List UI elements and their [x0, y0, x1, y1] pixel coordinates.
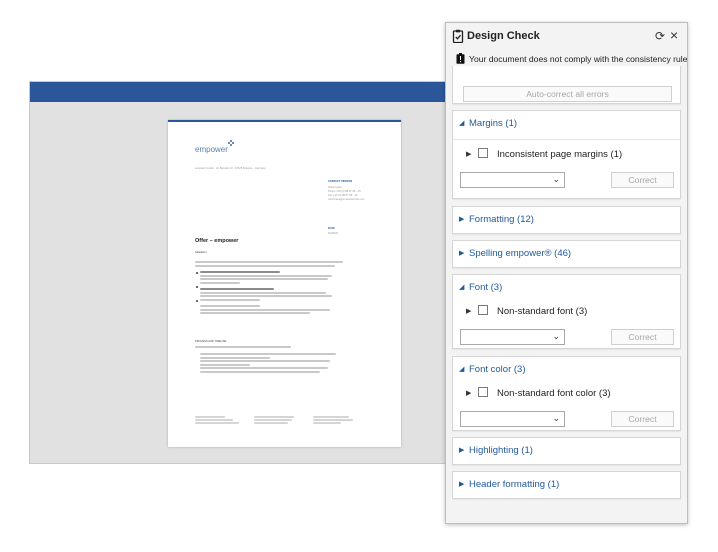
- contact-line: Fax +49 (0) 88 67 95 - 10: [328, 194, 358, 197]
- paragraph-block: [195, 346, 345, 350]
- issue-row: ▶ Non-standard font (3): [466, 305, 587, 319]
- section-spelling: ▶ Spelling empower® (46): [452, 240, 681, 268]
- paragraph-block: [195, 261, 345, 268]
- section-font-color: ◢ Font color (3) ▶ Non-standard font color…: [452, 356, 681, 431]
- design-check-panel: Design Check ⟳ × Your document does not …: [445, 22, 688, 524]
- document-heading: Offer – empower: [195, 238, 239, 244]
- section-label: Font (3): [469, 282, 503, 293]
- issue-label: Inconsistent page margins (1): [497, 149, 623, 160]
- numbered-list: [200, 353, 340, 374]
- process-heading: PROCESS AND TIMELINE: [195, 340, 227, 343]
- section-label: Highlighting (1): [469, 445, 533, 456]
- collapsed-caret-icon: ▶: [459, 250, 465, 257]
- issue-row: ▶ Non-standard font color (3): [466, 387, 611, 401]
- document-title-bar: [30, 82, 445, 102]
- contact-line: Robin Haus: [328, 186, 342, 189]
- fix-dropdown[interactable]: ⌄: [460, 172, 565, 188]
- expanded-caret-icon: ◢: [459, 284, 465, 291]
- section-header[interactable]: ▶ Formatting (12): [459, 214, 534, 228]
- address-line: empower GmbH · An Beispiel 13 · 45678 Do…: [195, 167, 266, 170]
- collapsed-caret-icon[interactable]: ▶: [466, 150, 476, 158]
- status-message: Your document does not comply with the c…: [469, 54, 688, 64]
- panel-header: Design Check ⟳ ×: [446, 23, 687, 49]
- collapsed-caret-icon: ▶: [459, 216, 465, 223]
- chevron-down-icon: ⌄: [552, 413, 560, 423]
- bullet-list: [196, 271, 340, 316]
- correct-button[interactable]: Correct: [611, 411, 674, 427]
- panel-title: Design Check: [467, 30, 540, 42]
- collapsed-caret-icon[interactable]: ▶: [466, 389, 476, 397]
- issue-row: ▶ Inconsistent page margins (1): [466, 148, 622, 162]
- section-label: Formatting (12): [469, 214, 534, 225]
- section-label: Margins (1): [469, 118, 518, 129]
- issue-checkbox[interactable]: [478, 305, 488, 315]
- section-header[interactable]: ▶ Spelling empower® (46): [459, 248, 571, 262]
- section-font: ◢ Font (3) ▶ Non-standard font (3) ⌄ Corre…: [452, 274, 681, 349]
- document-logo: empower: [195, 145, 228, 154]
- section-header[interactable]: ◢ Font color (3): [459, 364, 526, 378]
- section-margins: ◢ Margins (1) ▶ Inconsistent page margins …: [452, 110, 681, 199]
- issue-label: Non-standard font (3): [497, 306, 588, 317]
- expanded-caret-icon: ◢: [459, 366, 465, 373]
- clipboard-check-icon: [452, 29, 464, 43]
- refresh-icon[interactable]: ⟳: [655, 30, 667, 42]
- correct-button[interactable]: Correct: [611, 172, 674, 188]
- divider: [453, 139, 680, 140]
- section-header[interactable]: ◢ Margins (1): [459, 118, 517, 132]
- close-icon[interactable]: ×: [670, 28, 682, 42]
- fix-dropdown[interactable]: ⌄: [460, 329, 565, 345]
- document-window: empower empower GmbH · An Beispiel 13 · …: [29, 81, 446, 464]
- issue-label: Non-standard font color (3): [497, 388, 611, 399]
- document-page[interactable]: empower empower GmbH · An Beispiel 13 · …: [168, 120, 401, 447]
- section-header[interactable]: ◢ Font (3): [459, 282, 502, 296]
- section-formatting: ▶ Formatting (12): [452, 206, 681, 234]
- collapsed-caret-icon: ▶: [459, 447, 465, 454]
- screen: empower empower GmbH · An Beispiel 13 · …: [0, 0, 718, 552]
- footer-column: [313, 416, 363, 425]
- logo-mark-icon: [227, 139, 235, 147]
- contact-line: robin.haus@empowersuite.com: [328, 198, 365, 201]
- section-highlighting: ▶ Highlighting (1): [452, 437, 681, 465]
- section-label: Font color (3): [469, 364, 526, 375]
- salutation: Salutation,: [195, 251, 208, 254]
- collapsed-caret-icon: ▶: [459, 481, 465, 488]
- chevron-down-icon: ⌄: [552, 331, 560, 341]
- date-value: 6/9/2022: [328, 232, 339, 235]
- autocorrect-all-button[interactable]: Auto-correct all errors: [463, 86, 672, 102]
- clipboard-warning-icon: [456, 53, 465, 64]
- issue-checkbox[interactable]: [478, 387, 488, 397]
- footer-column: [195, 416, 245, 425]
- expanded-caret-icon: ◢: [459, 120, 465, 127]
- contact-heading: CONTACT PERSON: [328, 180, 353, 183]
- chevron-down-icon: ⌄: [552, 174, 560, 184]
- date-heading: DATE: [328, 227, 335, 230]
- section-label: Header formatting (1): [469, 479, 560, 490]
- fix-dropdown[interactable]: ⌄: [460, 411, 565, 427]
- correct-button[interactable]: Correct: [611, 329, 674, 345]
- section-header-formatting: ▶ Header formatting (1): [452, 471, 681, 499]
- autocorrect-card: Auto-correct all errors: [452, 66, 681, 104]
- results-scroll-area[interactable]: Auto-correct all errors ◢ Margins (1) ▶ In…: [452, 66, 683, 521]
- contact-line: Phone +49 (0) 88 67 95 - 15: [328, 190, 361, 193]
- section-label: Spelling empower® (46): [469, 248, 572, 259]
- section-header[interactable]: ▶ Highlighting (1): [459, 445, 533, 459]
- issue-checkbox[interactable]: [478, 148, 488, 158]
- collapsed-caret-icon[interactable]: ▶: [466, 307, 476, 315]
- footer-column: [254, 416, 304, 425]
- section-header[interactable]: ▶ Header formatting (1): [459, 479, 559, 493]
